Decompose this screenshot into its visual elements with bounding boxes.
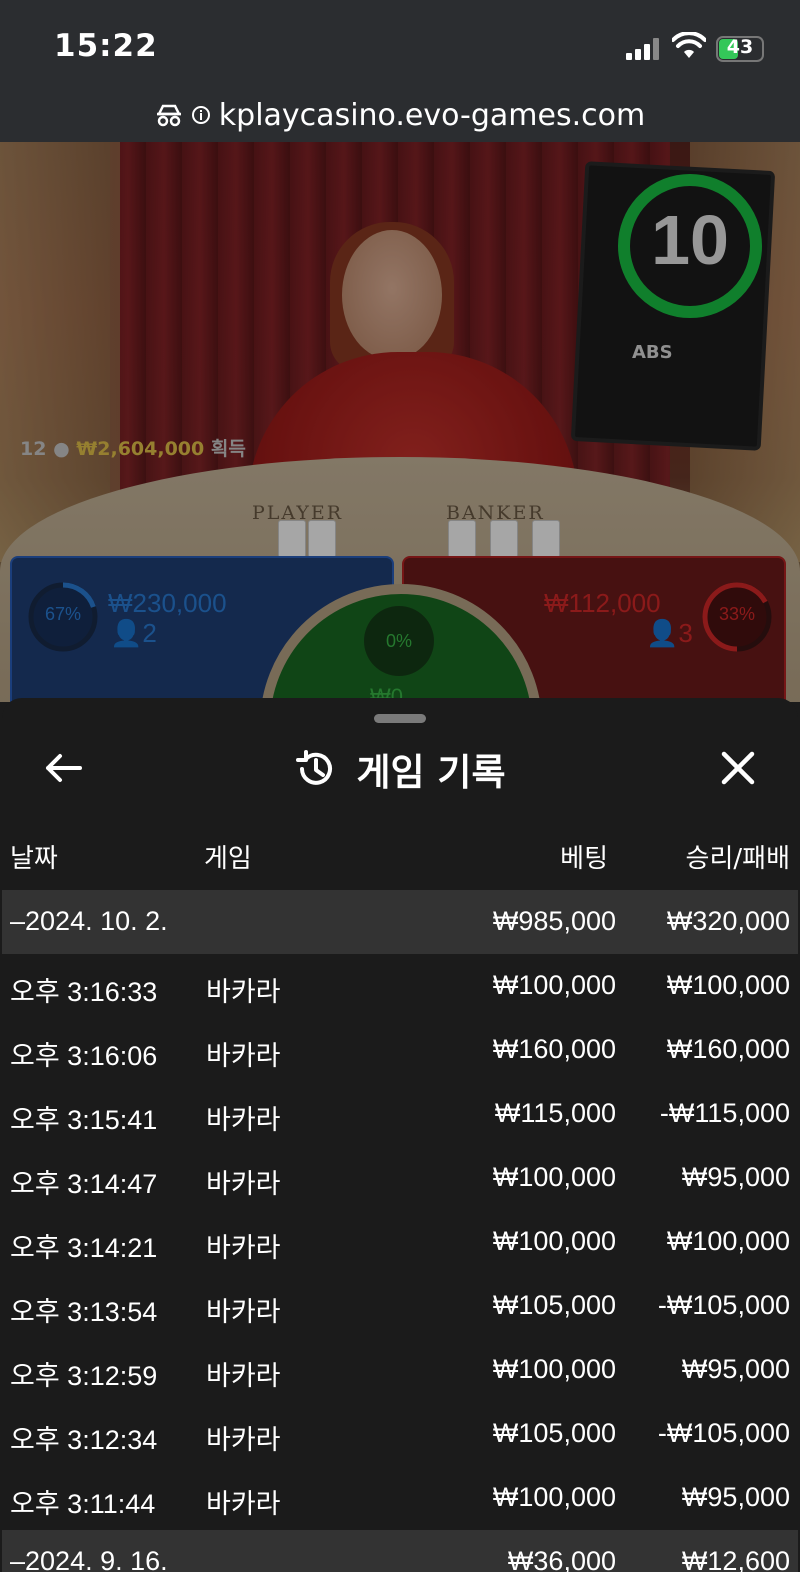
- history-result: ₩160,000: [666, 1034, 790, 1064]
- close-icon[interactable]: [716, 746, 760, 790]
- column-header-winloss: 승리/패배: [685, 844, 790, 874]
- history-game: 바카라: [206, 1361, 281, 1391]
- history-game: 바카라: [206, 1105, 281, 1135]
- game-history-sheet: 게임 기록 날짜 게임 베팅 승리/패배 –2024. 10. 2. ₩985,0…: [2, 698, 798, 1572]
- history-bet: ₩100,000: [492, 1482, 616, 1512]
- history-date: 오후 3:15:41: [10, 1105, 158, 1135]
- wifi-icon: [672, 32, 706, 58]
- history-bet: ₩100,000: [492, 1226, 616, 1256]
- info-icon: [191, 106, 210, 124]
- history-result: -₩105,000: [657, 1418, 790, 1448]
- history-result: ₩100,000: [666, 1226, 790, 1256]
- status-time: 15:22: [54, 28, 158, 64]
- history-bet: ₩100,000: [492, 970, 616, 1000]
- video-dim-overlay: [0, 142, 800, 702]
- sheet-header: 게임 기록: [2, 738, 798, 798]
- history-date: 오후 3:14:47: [10, 1169, 158, 1199]
- history-date: 오후 3:14:21: [10, 1233, 158, 1263]
- history-date: –2024. 9. 16.: [10, 1546, 168, 1572]
- cellular-signal-icon: [626, 38, 660, 60]
- history-row[interactable]: 오후 3:15:41 바카라 ₩115,000 -₩115,000: [2, 1082, 798, 1146]
- history-bet: ₩105,000: [492, 1290, 616, 1320]
- history-result: ₩12,600: [681, 1546, 790, 1572]
- history-bet: ₩115,000: [494, 1098, 616, 1128]
- history-game: 바카라: [206, 1233, 281, 1263]
- history-icon: [296, 750, 333, 785]
- history-result: ₩95,000: [681, 1162, 790, 1192]
- history-result: ₩100,000: [666, 970, 790, 1000]
- history-result: ₩320,000: [666, 906, 790, 936]
- history-bet: ₩160,000: [492, 1034, 616, 1064]
- sheet-grabber[interactable]: [374, 714, 426, 723]
- history-date-group-row[interactable]: –2024. 9. 16. ₩36,000 ₩12,600: [2, 1530, 798, 1572]
- history-date: 오후 3:16:33: [10, 977, 158, 1007]
- battery-level: 43: [726, 36, 754, 58]
- history-row[interactable]: 오후 3:14:21 바카라 ₩100,000 ₩100,000: [2, 1210, 798, 1274]
- status-bar: 15:22 43: [0, 0, 800, 88]
- history-date: 오후 3:11:44: [10, 1489, 156, 1519]
- history-result: ₩95,000: [681, 1482, 790, 1512]
- history-date: 오후 3:12:59: [10, 1361, 158, 1391]
- history-result: -₩115,000: [659, 1098, 790, 1128]
- history-date: 오후 3:12:34: [10, 1425, 158, 1455]
- history-result: -₩105,000: [657, 1290, 790, 1320]
- history-bet: ₩100,000: [492, 1354, 616, 1384]
- history-bet: ₩100,000: [492, 1162, 616, 1192]
- history-row[interactable]: 오후 3:16:33 바카라 ₩100,000 ₩100,000: [2, 954, 798, 1018]
- column-header-date: 날짜: [10, 844, 58, 874]
- history-row[interactable]: 오후 3:11:44 바카라 ₩100,000 ₩95,000: [2, 1466, 798, 1530]
- url-text: kplaycasino.evo-games.com: [218, 97, 646, 133]
- history-bet: ₩985,000: [492, 906, 616, 936]
- history-row[interactable]: 오후 3:12:34 바카라 ₩105,000 -₩105,000: [2, 1402, 798, 1466]
- history-row[interactable]: 오후 3:13:54 바카라 ₩105,000 -₩105,000: [2, 1274, 798, 1338]
- history-game: 바카라: [206, 1169, 281, 1199]
- history-game: 바카라: [206, 1489, 281, 1519]
- history-bet: ₩105,000: [492, 1418, 616, 1448]
- history-row[interactable]: 오후 3:14:47 바카라 ₩100,000 ₩95,000: [2, 1146, 798, 1210]
- history-row[interactable]: 오후 3:16:06 바카라 ₩160,000 ₩160,000: [2, 1018, 798, 1082]
- column-header-game: 게임: [204, 844, 252, 874]
- history-date: 오후 3:13:54: [10, 1297, 158, 1327]
- sheet-title: 게임 기록: [356, 751, 506, 794]
- history-date: –2024. 10. 2.: [10, 906, 168, 936]
- history-game: 바카라: [206, 1297, 281, 1327]
- history-row[interactable]: 오후 3:12:59 바카라 ₩100,000 ₩95,000: [2, 1338, 798, 1402]
- history-date-group-row[interactable]: –2024. 10. 2. ₩985,000 ₩320,000: [2, 890, 798, 954]
- history-game: 바카라: [206, 1425, 281, 1455]
- private-browsing-icon: [156, 104, 181, 127]
- history-result: ₩95,000: [681, 1354, 790, 1384]
- history-game: 바카라: [206, 977, 281, 1007]
- history-game: 바카라: [206, 1041, 281, 1071]
- history-bet: ₩36,000: [507, 1546, 616, 1572]
- url-bar[interactable]: kplaycasino.evo-games.com: [0, 88, 800, 142]
- history-table: –2024. 10. 2. ₩985,000 ₩320,000 오후 3:16:33 바…: [2, 890, 798, 1572]
- history-date: 오후 3:16:06: [10, 1041, 158, 1071]
- battery-icon: 43: [716, 36, 764, 62]
- column-header-bet: 베팅: [560, 844, 608, 874]
